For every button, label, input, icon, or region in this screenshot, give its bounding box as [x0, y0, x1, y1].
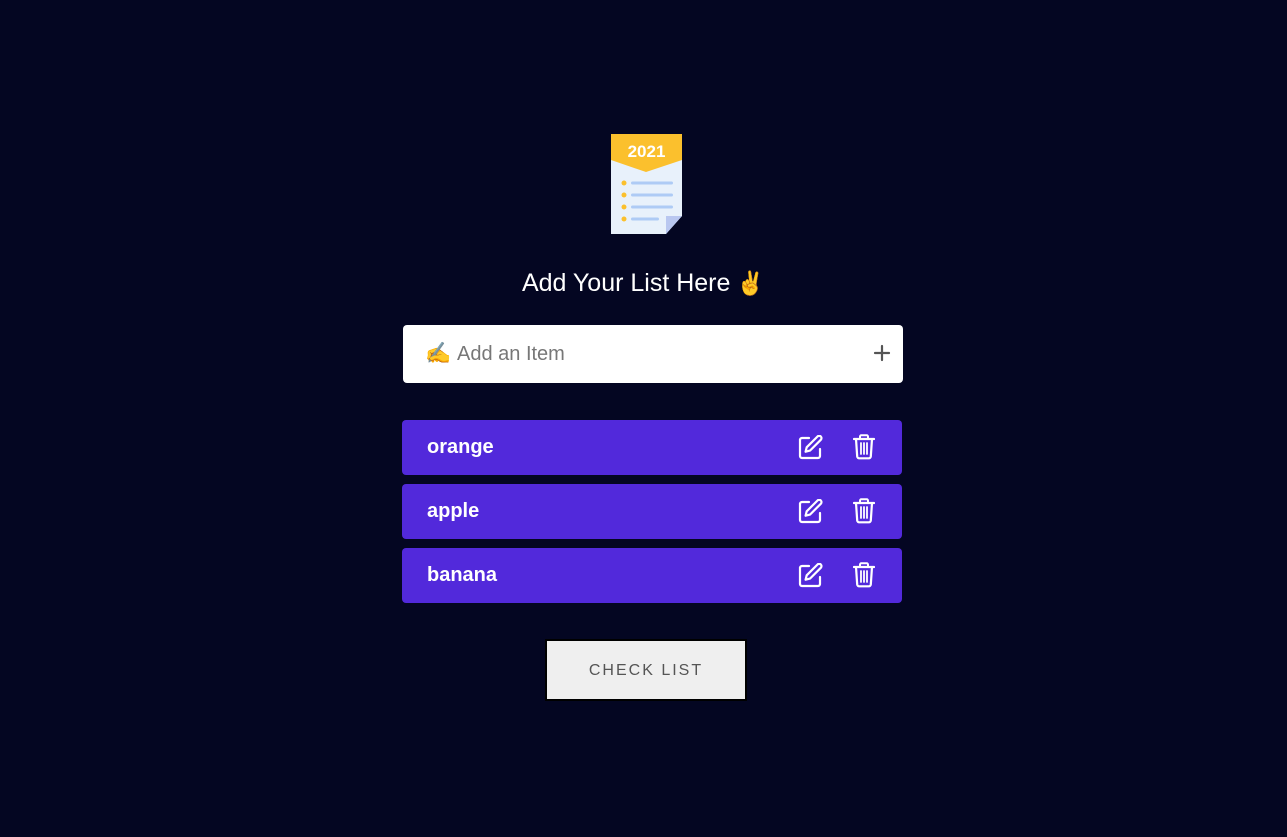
- list-item-label: orange: [427, 436, 494, 458]
- edit-icon: [798, 562, 823, 588]
- edit-icon: [798, 434, 823, 460]
- trash-icon: [852, 498, 876, 524]
- check-list-button[interactable]: CHECK LIST: [545, 639, 747, 701]
- delete-button[interactable]: [852, 434, 876, 460]
- heading-text: Add Your List Here: [521, 269, 731, 297]
- edit-button[interactable]: [798, 562, 823, 588]
- item-list: orange apple banana: [402, 420, 902, 612]
- list-item: banana: [402, 548, 902, 603]
- add-item-box: ✍️: [403, 325, 903, 383]
- plus-icon: [873, 344, 891, 362]
- add-item-input[interactable]: [457, 335, 847, 373]
- list-item-label: banana: [427, 564, 498, 586]
- list-item: orange: [402, 420, 902, 475]
- page-heading: Add Your List Here ✌️: [0, 264, 1287, 302]
- checklist-document-icon: 2021: [611, 134, 682, 234]
- delete-button[interactable]: [852, 562, 876, 588]
- edit-button[interactable]: [798, 498, 823, 524]
- add-item-button[interactable]: [873, 340, 891, 366]
- edit-icon: [798, 498, 823, 524]
- writing-hand-icon: ✍️: [425, 342, 452, 365]
- victory-hand-icon: ✌️: [736, 270, 766, 296]
- list-item: apple: [402, 484, 902, 539]
- trash-icon: [852, 434, 876, 460]
- trash-icon: [852, 562, 876, 588]
- delete-button[interactable]: [852, 498, 876, 524]
- logo-year-badge: 2021: [628, 142, 666, 161]
- checklist-logo-icon: 2021: [611, 134, 682, 234]
- list-item-label: apple: [427, 500, 480, 522]
- edit-button[interactable]: [798, 434, 823, 460]
